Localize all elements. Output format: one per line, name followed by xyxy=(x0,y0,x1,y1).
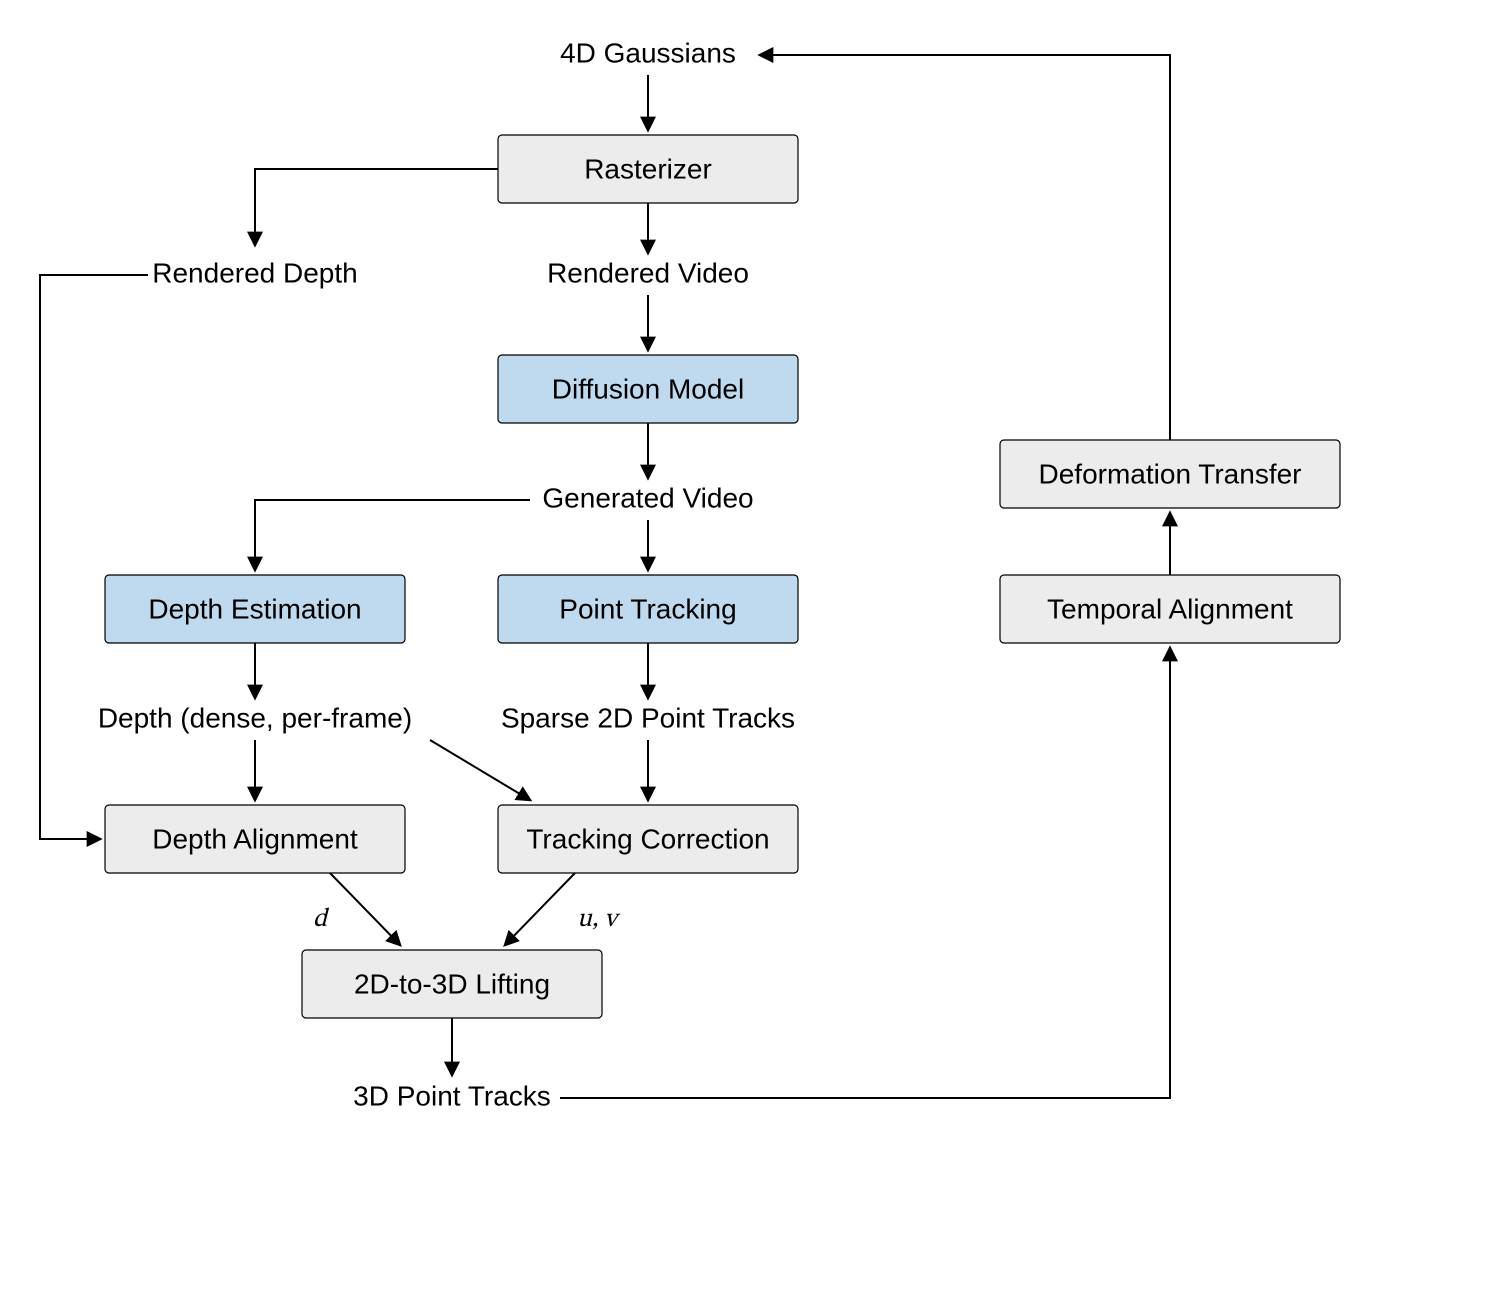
edge-deformation-gaussians xyxy=(760,55,1170,440)
label-tracking-correction: Tracking Correction xyxy=(526,823,769,854)
label-deformation-transfer: Deformation Transfer xyxy=(1039,458,1302,489)
edge-tracking-corr-lifting xyxy=(505,873,575,945)
label-lifting: 2D-to-3D Lifting xyxy=(354,968,550,999)
label-depth-estimation: Depth Estimation xyxy=(148,593,361,624)
label-point-tracking: Point Tracking xyxy=(559,593,736,624)
label-3d-tracks: 3D Point Tracks xyxy=(353,1080,551,1111)
label-generated-video: Generated Video xyxy=(542,482,753,513)
label-4d-gaussians: 4D Gaussians xyxy=(560,37,736,68)
edge-dense-to-tracking-corr xyxy=(430,740,530,800)
label-arrow-d: d xyxy=(313,907,330,933)
edge-rasterizer-rendered-depth xyxy=(255,169,498,245)
label-depth-dense: Depth (dense, per-frame) xyxy=(98,702,412,733)
edge-rendered-depth-to-align xyxy=(40,275,100,839)
edge-depth-align-lifting xyxy=(330,873,400,945)
flowchart: 4D Gaussians Rasterizer Rendered Depth R… xyxy=(0,0,1495,1300)
label-depth-alignment: Depth Alignment xyxy=(152,823,358,854)
label-rasterizer: Rasterizer xyxy=(584,153,712,184)
label-sparse-tracks: Sparse 2D Point Tracks xyxy=(501,702,795,733)
label-rendered-depth: Rendered Depth xyxy=(152,257,357,288)
label-temporal-alignment: Temporal Alignment xyxy=(1047,593,1293,624)
label-diffusion-model: Diffusion Model xyxy=(552,373,744,404)
label-rendered-video: Rendered Video xyxy=(547,257,749,288)
label-arrow-uv: u, v xyxy=(577,907,621,933)
edge-generated-depth-est xyxy=(255,500,530,570)
